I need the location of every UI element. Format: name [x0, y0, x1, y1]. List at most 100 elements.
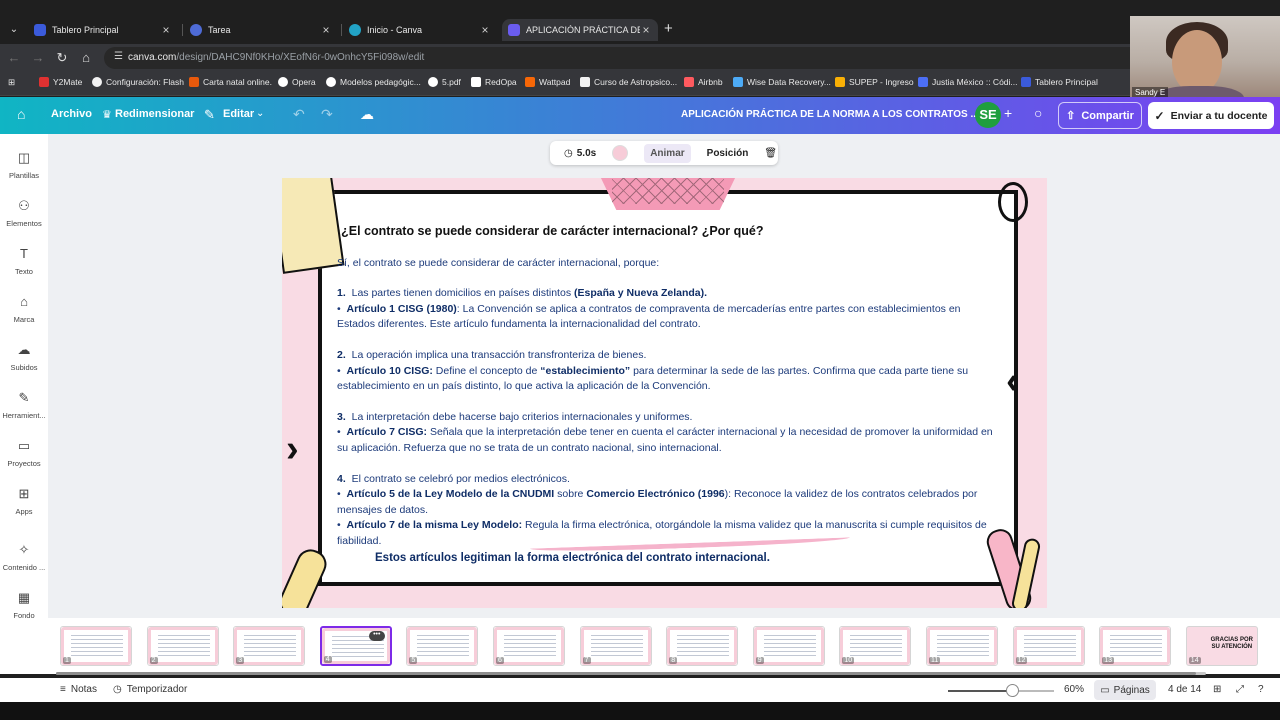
- duration-button[interactable]: ◷ 5.0s: [556, 148, 604, 159]
- browser-tab-active[interactable]: APLICACIÓN PRÁCTICA DE LA NORMA ×: [502, 19, 658, 41]
- page-thumbnail[interactable]: 7: [579, 626, 652, 666]
- page-thumbnail[interactable]: 12: [1012, 626, 1085, 666]
- pages-label: Páginas: [1113, 684, 1150, 696]
- apps-grid-icon[interactable]: ⊞: [8, 77, 15, 88]
- sidebar-item-apps[interactable]: ⊞ Apps: [0, 486, 48, 516]
- close-tab-icon[interactable]: ×: [640, 23, 652, 37]
- home-icon[interactable]: ⌂: [78, 50, 94, 65]
- sidebar-item-label: Herramient...: [2, 411, 46, 420]
- bookmark-y2mate[interactable]: Y2Mate: [39, 77, 82, 87]
- pages-button[interactable]: ▭ Páginas: [1094, 680, 1156, 700]
- page-thumbnail[interactable]: 2: [146, 626, 219, 666]
- page-number: 5: [409, 657, 418, 664]
- bookmark-justia[interactable]: Justia México :: Códi...: [918, 77, 1018, 87]
- cloud-save-icon[interactable]: ☁: [360, 106, 374, 123]
- page-number: 3: [236, 657, 245, 664]
- edit-menu[interactable]: Editar: [223, 108, 254, 120]
- bookmark-airbnb[interactable]: Airbnb: [684, 77, 723, 87]
- bookmark-wattpad[interactable]: Wattpad: [525, 77, 570, 87]
- page-thumbnail[interactable]: 9: [752, 626, 825, 666]
- page-thumbnail[interactable]: 13: [1099, 626, 1172, 666]
- filmstrip-scrollbar[interactable]: [56, 672, 1196, 675]
- sidebar-item-text[interactable]: T Texto: [0, 246, 48, 276]
- sidebar-item-templates[interactable]: ◫ Plantillas: [0, 150, 48, 180]
- reload-icon[interactable]: ↻: [54, 50, 70, 66]
- article-text: Señala que la interpretación debe tener …: [337, 426, 993, 454]
- grid-view-icon[interactable]: ⊞: [1213, 684, 1221, 695]
- zoom-slider-handle[interactable]: [1005, 684, 1019, 697]
- browser-tab[interactable]: Inicio - Canva ×: [343, 19, 497, 41]
- share-button[interactable]: ⇧ Compartir: [1058, 102, 1142, 129]
- sidebar-item-content[interactable]: ✧ Contenido ...: [0, 542, 48, 572]
- avatar[interactable]: SE: [975, 102, 1001, 128]
- notes-button[interactable]: ≡ Notas: [60, 684, 97, 695]
- page-thumbnail[interactable]: 11: [926, 626, 998, 666]
- bookmark-flash[interactable]: Configuración: Flash: [92, 77, 184, 87]
- redo-icon[interactable]: ↷: [321, 106, 333, 123]
- chevron-down-icon[interactable]: ⌄: [256, 108, 264, 119]
- zoom-level[interactable]: 60%: [1064, 684, 1084, 695]
- tab-title: Tarea: [208, 25, 231, 35]
- sidebar-item-tools[interactable]: ✎ Herramient...: [0, 390, 48, 420]
- url-host: canva.com: [128, 52, 177, 63]
- sidebar-item-elements[interactable]: ⚇ Elementos: [0, 198, 48, 228]
- site-info-icon[interactable]: ☰: [114, 51, 123, 62]
- bookmark-tablero[interactable]: Tablero Principal: [1021, 77, 1098, 87]
- back-icon[interactable]: ←: [6, 50, 22, 65]
- sidebar-item-projects[interactable]: ▭ Proyectos: [0, 438, 48, 468]
- new-tab-icon[interactable]: +: [664, 20, 673, 37]
- page-thumbnail[interactable]: 8: [666, 626, 739, 666]
- timer-label: Temporizador: [126, 684, 188, 695]
- tab-search-icon[interactable]: ⌄: [6, 22, 22, 38]
- bookmark-5pdf[interactable]: 5.pdf: [428, 77, 461, 87]
- position-button[interactable]: Posición: [699, 148, 757, 159]
- sidebar-item-brand[interactable]: ⌂ Marca: [0, 294, 48, 324]
- comment-icon[interactable]: ○: [1034, 105, 1042, 121]
- file-menu[interactable]: Archivo: [51, 108, 92, 120]
- color-swatch-button[interactable]: [604, 145, 636, 161]
- close-tab-icon[interactable]: ×: [160, 23, 172, 37]
- browser-tab[interactable]: Tablero Principal ×: [28, 19, 178, 41]
- browser-tab[interactable]: Tarea ×: [184, 19, 338, 41]
- page-thumbnail[interactable]: 1: [60, 626, 132, 666]
- add-collaborator-icon[interactable]: +: [1004, 105, 1012, 121]
- slide-text-box[interactable]: ·¿El contrato se puede considerar de car…: [337, 224, 997, 566]
- address-bar-row: ← → ↻ ⌂ ☰ canva.com/design/DAHC9Nf0KHo/X…: [0, 44, 1280, 72]
- thumbnail-preview: [763, 635, 816, 659]
- home-icon[interactable]: ⌂: [17, 106, 25, 122]
- bookmark-supep[interactable]: SUPEP - Ingreso: [835, 77, 914, 87]
- more-options-icon[interactable]: •••: [368, 631, 385, 641]
- animate-button[interactable]: Animar: [636, 143, 698, 163]
- close-tab-icon[interactable]: ×: [479, 23, 491, 37]
- help-icon[interactable]: ?: [1258, 684, 1264, 695]
- bookmark-label: 5.pdf: [442, 77, 461, 87]
- document-title[interactable]: APLICACIÓN PRÁCTICA DE LA NORMA A LOS CO…: [681, 109, 979, 120]
- page-thumbnail[interactable]: 6: [493, 626, 565, 666]
- sidebar-item-background[interactable]: ▦ Fondo: [0, 590, 48, 620]
- undo-icon[interactable]: ↶: [293, 106, 305, 123]
- bookmark-opera[interactable]: Opera: [278, 77, 316, 87]
- slide-canvas[interactable]: ‹ › ·¿El contrato se puede considerar de…: [282, 178, 1047, 608]
- close-tab-icon[interactable]: ×: [320, 23, 332, 37]
- page-thumbnail[interactable]: 3: [233, 626, 306, 666]
- fullscreen-icon[interactable]: ⤢: [1236, 684, 1244, 695]
- article-title: Artículo 1 CISG (1980): [346, 302, 457, 315]
- sidebar-item-uploads[interactable]: ☁ Subidos: [0, 342, 48, 372]
- send-to-teacher-button[interactable]: ✓ Enviar a tu docente: [1148, 102, 1274, 129]
- bookmark-wise[interactable]: Wise Data Recovery...: [733, 77, 831, 87]
- url-input[interactable]: ☰ canva.com/design/DAHC9Nf0KHo/XEofN6r-0…: [104, 47, 1234, 69]
- page-thumbnail[interactable]: GRACIAS POR SU ATENCIÓN 14: [1185, 626, 1258, 666]
- bookmark-curso[interactable]: Curso de Astropsico...: [580, 77, 677, 87]
- point-3: 3. La interpretación debe hacerse bajo c…: [337, 410, 997, 426]
- timer-button[interactable]: ◷ Temporizador: [113, 684, 187, 695]
- page-thumbnail-selected[interactable]: ••• 4: [319, 626, 392, 666]
- bookmark-carta[interactable]: Carta natal online.: [189, 77, 272, 87]
- bookmark-modelos[interactable]: Modelos pedagógic...: [326, 77, 421, 87]
- page-thumbnail[interactable]: 10: [839, 626, 912, 666]
- delete-button[interactable]: 🗑: [756, 148, 785, 159]
- bookmark-redopa[interactable]: RedOpa: [471, 77, 517, 87]
- resize-menu[interactable]: Redimensionar: [115, 108, 194, 120]
- bookmark-label: Wise Data Recovery...: [747, 77, 831, 87]
- forward-icon[interactable]: →: [30, 50, 46, 65]
- page-thumbnail[interactable]: 5: [406, 626, 479, 666]
